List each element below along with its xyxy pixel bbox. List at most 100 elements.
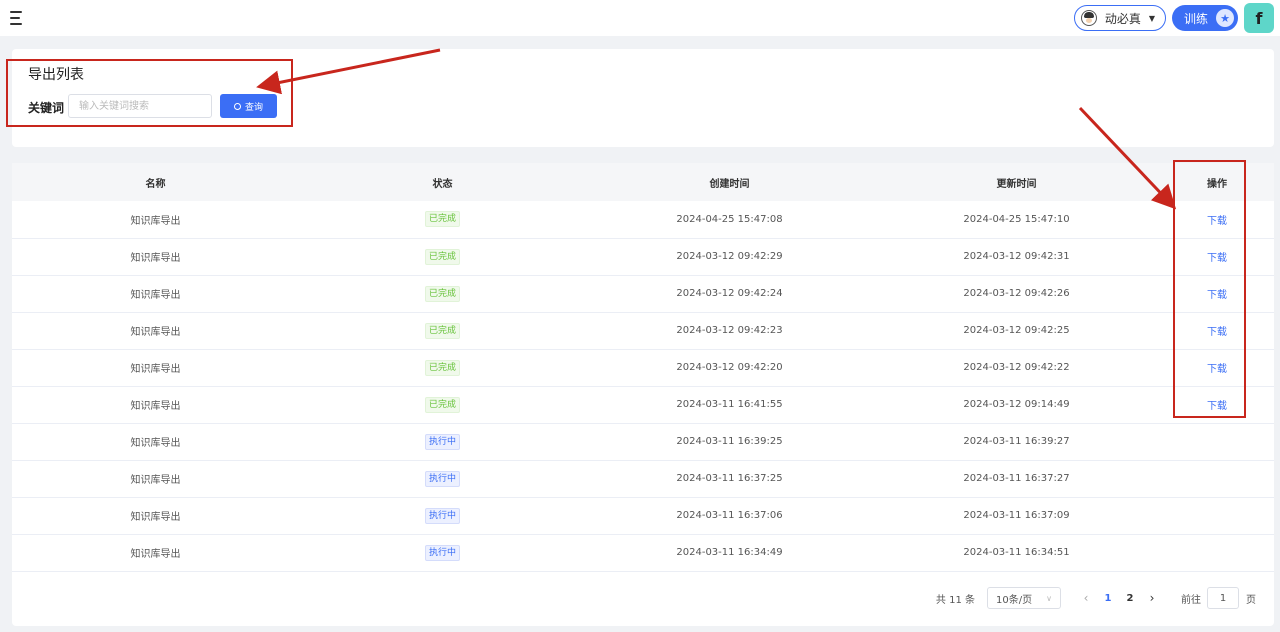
cell-created: 2024-03-11 16:39:25 (676, 436, 783, 447)
status-badge: 已完成 (424, 359, 460, 376)
cell-status: 已完成 (299, 201, 586, 238)
cell-name: 知识库导出 (130, 253, 181, 264)
download-link[interactable]: 下载 (1207, 216, 1227, 227)
pagination: 共 11 条 10条/页 ∨ ‹ 1 2 › 前往 页 (936, 586, 1256, 610)
download-link[interactable]: 下载 (1207, 364, 1227, 375)
cell-updated: 2024-04-25 15:47:10 (963, 213, 1070, 225)
cell-created: 2024-03-11 16:37:06 (676, 510, 783, 521)
column-header-action: 操作 (1207, 178, 1227, 190)
table-row: 知识库导出 执行中 2024-03-11 16:37:25 2024-03-11 16… (12, 460, 1274, 497)
cell-created: 2024-04-25 15:47:08 (676, 213, 783, 225)
cell-created: 2024-03-12 09:42:29 (676, 251, 783, 262)
cell-name: 知识库导出 (130, 215, 181, 227)
cell-created: 2024-03-12 09:42:23 (676, 325, 783, 336)
cell-created: 2024-03-11 16:37:25 (676, 473, 783, 484)
cell-action (1160, 460, 1274, 497)
prev-page-icon[interactable]: ‹ (1075, 591, 1097, 605)
cell-action (1160, 497, 1274, 534)
cell-name: 知识库导出 (130, 438, 181, 449)
cell-action: 下载 (1160, 238, 1274, 275)
app-logo-icon[interactable]: f (1244, 3, 1274, 33)
cell-name: 知识库导出 (130, 475, 181, 486)
cell-updated: 2024-03-11 16:39:27 (963, 436, 1070, 447)
cell-updated: 2024-03-12 09:42:31 (963, 251, 1070, 262)
status-badge: 已完成 (424, 285, 460, 302)
table-row: 知识库导出 执行中 2024-03-11 16:37:06 2024-03-11 16… (12, 497, 1274, 534)
cell-status: 已完成 (299, 386, 586, 423)
page-number-1[interactable]: 1 (1097, 593, 1119, 604)
cell-created: 2024-03-11 16:41:55 (676, 399, 783, 410)
topbar-actions: 动必真 ▼ 训练 ★ f (1073, 3, 1274, 33)
status-badge: 执行中 (424, 470, 460, 487)
cell-action: 下载 (1160, 312, 1274, 349)
cell-name: 知识库导出 (130, 290, 181, 301)
chevron-down-icon: ∨ (1046, 593, 1052, 603)
top-bar: 动必真 ▼ 训练 ★ f (0, 0, 1280, 36)
cell-updated: 2024-03-12 09:42:22 (963, 362, 1070, 373)
status-badge: 执行中 (424, 433, 460, 450)
page-number-2[interactable]: 2 (1119, 593, 1141, 604)
keyword-search-input[interactable] (68, 94, 212, 118)
goto-label: 前往 (1181, 594, 1201, 606)
status-badge: 已完成 (424, 396, 460, 413)
download-link[interactable]: 下载 (1207, 327, 1227, 338)
table-row: 知识库导出 执行中 2024-03-11 16:34:49 2024-03-11 16… (12, 534, 1274, 571)
export-table-panel: 名称 状态 创建时间 更新时间 操作 知识库导出 已完成 2024-04-25 15… (12, 163, 1274, 626)
column-header-status: 状态 (432, 178, 453, 190)
column-header-created: 创建时间 (709, 178, 750, 190)
table-body: 知识库导出 已完成 2024-04-25 15:47:08 2024-04-25 15… (12, 201, 1274, 571)
cell-updated: 2024-03-11 16:37:27 (963, 473, 1070, 484)
cell-name: 知识库导出 (130, 364, 181, 375)
table-row: 知识库导出 已完成 2024-03-12 09:42:23 2024-03-12 09… (12, 312, 1274, 349)
cell-updated: 2024-03-11 16:37:09 (963, 510, 1070, 521)
user-menu[interactable]: 动必真 ▼ (1073, 5, 1166, 31)
total-count: 共 11 条 (935, 594, 975, 606)
table-row: 知识库导出 已完成 2024-03-12 09:42:20 2024-03-12 09… (12, 349, 1274, 386)
star-icon: ★ (1216, 9, 1234, 27)
menu-toggle-icon[interactable] (10, 11, 28, 25)
table-header-row: 名称 状态 创建时间 更新时间 操作 (12, 163, 1274, 201)
download-link[interactable]: 下载 (1207, 401, 1227, 412)
table-row: 知识库导出 已完成 2024-03-11 16:41:55 2024-03-12 09… (12, 386, 1274, 423)
query-button[interactable]: 查询 (220, 94, 277, 118)
train-label: 训练 (1183, 11, 1208, 26)
cell-action: 下载 (1160, 349, 1274, 386)
cell-status: 已完成 (299, 238, 586, 275)
train-button[interactable]: 训练 ★ (1171, 5, 1238, 31)
cell-action (1160, 423, 1274, 460)
cell-status: 已完成 (299, 275, 586, 312)
cell-name: 知识库导出 (130, 512, 181, 523)
cell-updated: 2024-03-12 09:42:26 (963, 288, 1070, 299)
next-page-icon[interactable]: › (1141, 591, 1163, 605)
page-title: 导出列表 (28, 67, 84, 83)
export-table: 名称 状态 创建时间 更新时间 操作 知识库导出 已完成 2024-04-25 15… (12, 163, 1274, 572)
avatar-icon (1080, 10, 1097, 26)
status-badge: 已完成 (424, 248, 460, 265)
table-row: 知识库导出 已完成 2024-03-12 09:42:24 2024-03-12 09… (12, 275, 1274, 312)
cell-updated: 2024-03-12 09:42:25 (963, 325, 1070, 336)
cell-created: 2024-03-12 09:42:24 (676, 288, 783, 299)
cell-status: 已完成 (299, 312, 586, 349)
cell-name: 知识库导出 (130, 327, 181, 338)
caret-down-icon: ▼ (1148, 13, 1155, 23)
cell-status: 执行中 (299, 497, 586, 534)
download-link[interactable]: 下载 (1207, 253, 1227, 264)
column-header-updated: 更新时间 (996, 178, 1037, 190)
status-badge: 执行中 (424, 507, 460, 524)
search-icon (233, 102, 241, 110)
cell-name: 知识库导出 (130, 549, 181, 560)
table-row: 知识库导出 已完成 2024-04-25 15:47:08 2024-04-25 15… (12, 201, 1274, 238)
cell-action: 下载 (1160, 386, 1274, 423)
user-name: 动必真 (1104, 11, 1141, 26)
cell-action: 下载 (1160, 275, 1274, 312)
cell-action: 下载 (1160, 201, 1274, 238)
page-size-select[interactable]: 10条/页 ∨ (987, 587, 1061, 609)
goto-page-input[interactable] (1207, 587, 1239, 609)
keyword-label: 关键词 (28, 101, 65, 115)
table-row: 知识库导出 已完成 2024-03-12 09:42:29 2024-03-12 09… (12, 238, 1274, 275)
cell-updated: 2024-03-12 09:14:49 (963, 399, 1070, 410)
status-badge: 已完成 (424, 322, 460, 339)
download-link[interactable]: 下载 (1207, 290, 1227, 301)
table-row: 知识库导出 执行中 2024-03-11 16:39:25 2024-03-11 16… (12, 423, 1274, 460)
cell-created: 2024-03-11 16:34:49 (676, 547, 783, 558)
